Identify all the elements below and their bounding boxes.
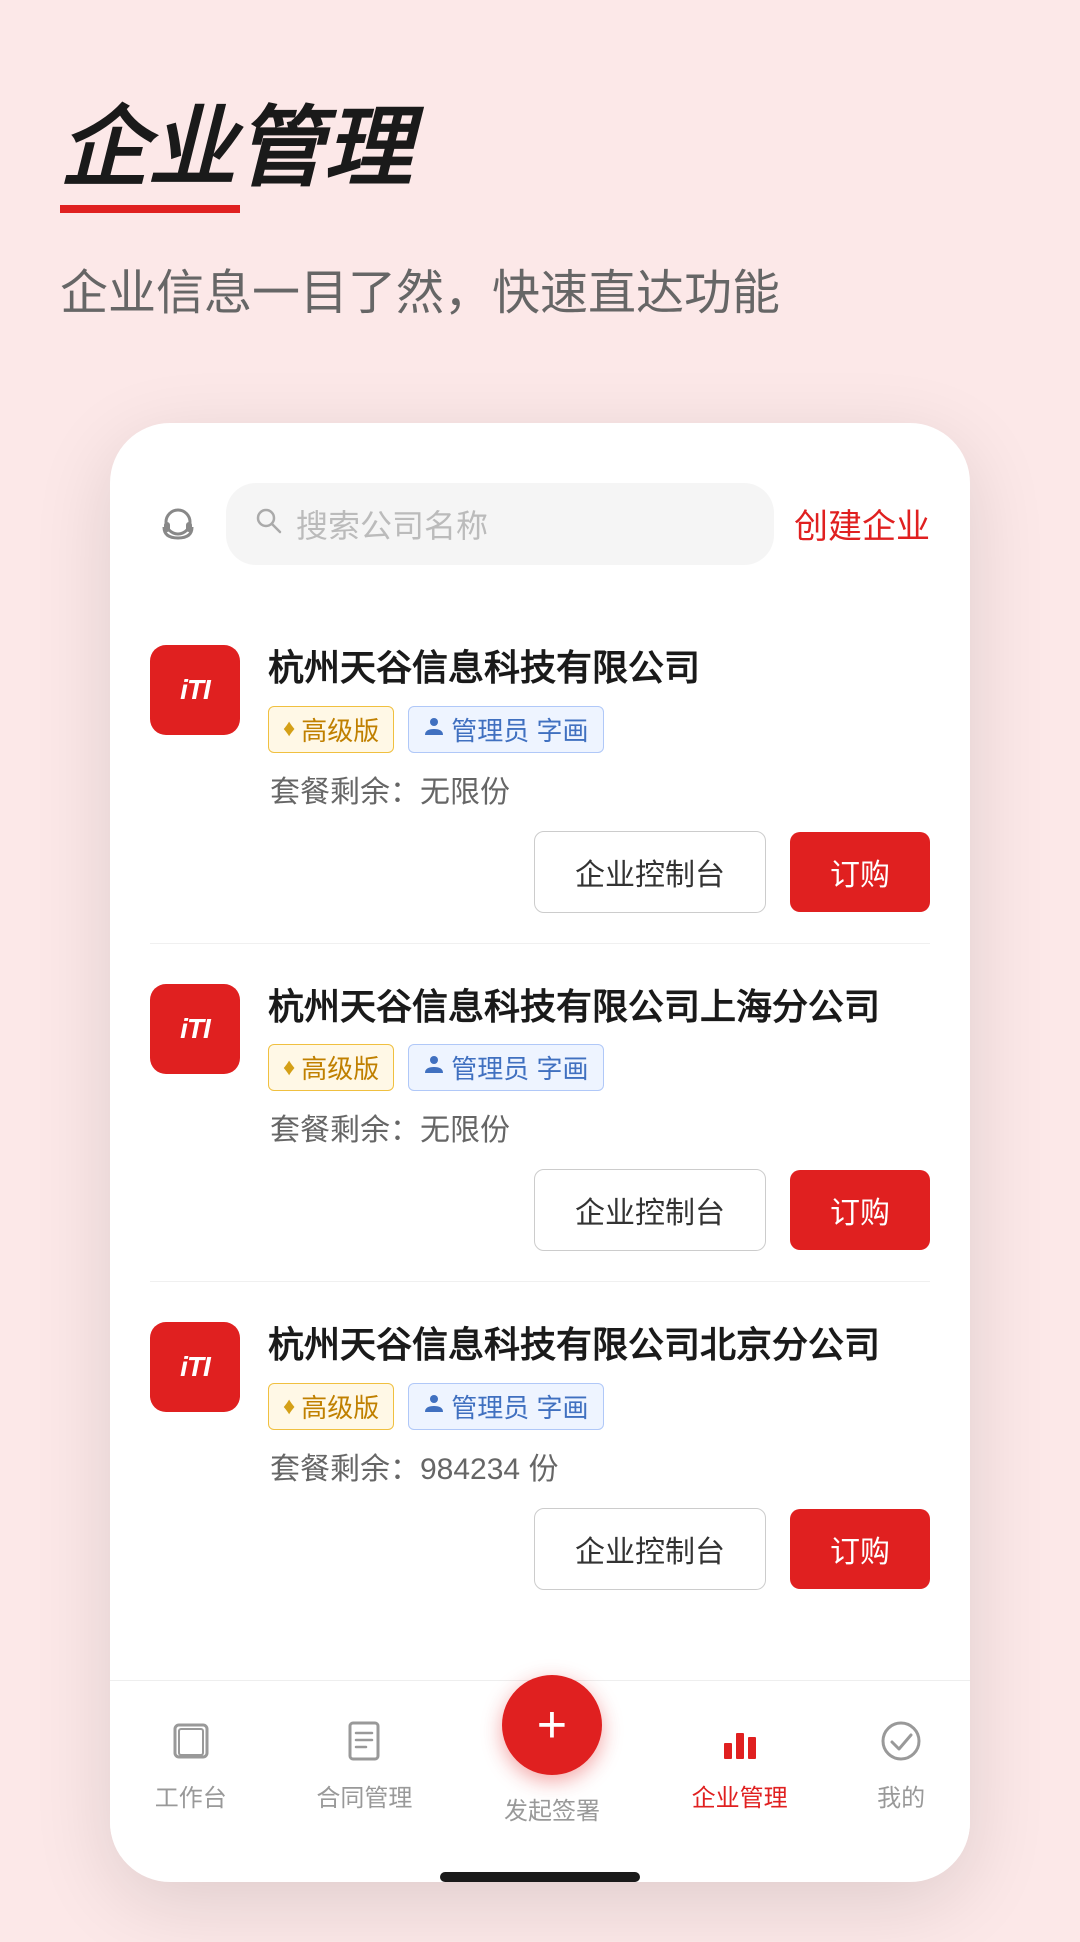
- role-label: 管理员 字画: [451, 711, 588, 748]
- contract-icon: [342, 1719, 386, 1770]
- order-button-2[interactable]: 订购: [790, 1170, 930, 1250]
- workbench-icon: [169, 1719, 213, 1770]
- dashboard-button-2[interactable]: 企业控制台: [534, 1169, 766, 1251]
- nav-item-sign[interactable]: + 发起签署: [502, 1705, 602, 1826]
- dashboard-button-1[interactable]: 企业控制台: [534, 831, 766, 913]
- nav-item-contract[interactable]: 合同管理: [316, 1719, 412, 1813]
- tags-row-2: ♦ 高级版 管理员 字画: [268, 1044, 930, 1091]
- nav-item-mine[interactable]: 我的: [877, 1719, 925, 1813]
- create-enterprise-button[interactable]: 创建企业: [794, 499, 930, 548]
- dashboard-button-3[interactable]: 企业控制台: [534, 1508, 766, 1590]
- company-name-2: 杭州天谷信息科技有限公司上海分公司: [268, 984, 930, 1031]
- company-info-1: 杭州天谷信息科技有限公司 ♦ 高级版 管理员 字画: [268, 645, 930, 811]
- order-button-1[interactable]: 订购: [790, 832, 930, 912]
- card-actions-2: 企业控制台 订购: [150, 1169, 930, 1251]
- mine-icon: [879, 1719, 923, 1770]
- phone-content: 搜索公司名称 创建企业 iTI 杭州天谷信息科技有限公司 ♦ 高级版: [110, 423, 970, 1882]
- card-actions-1: 企业控制台 订购: [150, 831, 930, 913]
- search-input-wrap[interactable]: 搜索公司名称: [226, 483, 774, 565]
- card-top-1: iTI 杭州天谷信息科技有限公司 ♦ 高级版: [150, 645, 930, 811]
- company-info-3: 杭州天谷信息科技有限公司北京分公司 ♦ 高级版 管理员 字画: [268, 1322, 930, 1488]
- tags-row-3: ♦ 高级版 管理员 字画: [268, 1383, 930, 1430]
- company-logo-3: iTI: [150, 1322, 240, 1412]
- company-list: iTI 杭州天谷信息科技有限公司 ♦ 高级版: [110, 585, 970, 1640]
- package-info-1: 套餐剩余：无限份: [270, 767, 930, 811]
- tier-label: 高级版: [301, 1388, 379, 1425]
- company-card-1: iTI 杭州天谷信息科技有限公司 ♦ 高级版: [150, 605, 930, 943]
- tier-badge-3: ♦ 高级版: [268, 1383, 394, 1430]
- home-indicator: [440, 1872, 640, 1882]
- company-logo-2: iTI: [150, 984, 240, 1074]
- diamond-icon: ♦: [283, 715, 295, 743]
- search-placeholder: 搜索公司名称: [296, 501, 488, 547]
- card-top-3: iTI 杭州天谷信息科技有限公司北京分公司 ♦ 高级版: [150, 1322, 930, 1488]
- workbench-label: 工作台: [155, 1778, 227, 1813]
- tags-row-1: ♦ 高级版 管理员 字画: [268, 706, 930, 753]
- logo-text-2: iTI: [180, 1015, 210, 1043]
- enterprise-label: 企业管理: [692, 1778, 788, 1813]
- enterprise-icon: [718, 1719, 762, 1770]
- diamond-icon: ♦: [283, 1054, 295, 1082]
- tier-badge-1: ♦ 高级版: [268, 706, 394, 753]
- search-icon: [254, 506, 282, 541]
- role-badge-2: 管理员 字画: [408, 1044, 603, 1091]
- header-section: 企业管理 企业信息一目了然，快速直达功能: [60, 100, 1020, 323]
- page-title: 企业管理: [60, 100, 412, 213]
- card-actions-3: 企业控制台 订购: [150, 1508, 930, 1590]
- company-name-1: 杭州天谷信息科技有限公司: [268, 645, 930, 692]
- company-name-3: 杭州天谷信息科技有限公司北京分公司: [268, 1322, 930, 1369]
- headset-icon[interactable]: [150, 496, 206, 552]
- package-info-3: 套餐剩余：984234 份: [270, 1444, 930, 1488]
- tier-badge-2: ♦ 高级版: [268, 1044, 394, 1091]
- card-top-2: iTI 杭州天谷信息科技有限公司上海分公司 ♦ 高级版: [150, 984, 930, 1150]
- company-info-2: 杭州天谷信息科技有限公司上海分公司 ♦ 高级版 管理员 字画: [268, 984, 930, 1150]
- page-subtitle: 企业信息一目了然，快速直达功能: [60, 253, 1020, 323]
- company-card-2: iTI 杭州天谷信息科技有限公司上海分公司 ♦ 高级版: [150, 943, 930, 1282]
- role-badge-3: 管理员 字画: [408, 1383, 603, 1430]
- order-button-3[interactable]: 订购: [790, 1509, 930, 1589]
- tier-label: 高级版: [301, 711, 379, 748]
- plus-icon: +: [537, 1699, 567, 1751]
- phone-mockup: 搜索公司名称 创建企业 iTI 杭州天谷信息科技有限公司 ♦ 高级版: [110, 423, 970, 1882]
- role-badge-1: 管理员 字画: [408, 706, 603, 753]
- company-logo-1: iTI: [150, 645, 240, 735]
- person-icon: [423, 1053, 445, 1082]
- company-card-3: iTI 杭州天谷信息科技有限公司北京分公司 ♦ 高级版: [150, 1281, 930, 1620]
- tier-label: 高级版: [301, 1049, 379, 1086]
- sign-label: 发起签署: [504, 1791, 600, 1826]
- search-row: 搜索公司名称 创建企业: [110, 463, 970, 585]
- person-icon: [423, 715, 445, 744]
- mine-label: 我的: [877, 1778, 925, 1813]
- nav-item-enterprise[interactable]: 企业管理: [692, 1719, 788, 1813]
- person-icon: [423, 1392, 445, 1421]
- contract-label: 合同管理: [316, 1778, 412, 1813]
- logo-text-3: iTI: [180, 1353, 210, 1381]
- sign-center-button[interactable]: +: [502, 1675, 602, 1775]
- role-label: 管理员 字画: [451, 1388, 588, 1425]
- logo-text-1: iTI: [180, 676, 210, 704]
- diamond-icon: ♦: [283, 1393, 295, 1421]
- package-info-2: 套餐剩余：无限份: [270, 1105, 930, 1149]
- nav-item-workbench[interactable]: 工作台: [155, 1719, 227, 1813]
- bottom-nav: 工作台 合同管理 + 发起签署: [110, 1680, 970, 1856]
- role-label: 管理员 字画: [451, 1049, 588, 1086]
